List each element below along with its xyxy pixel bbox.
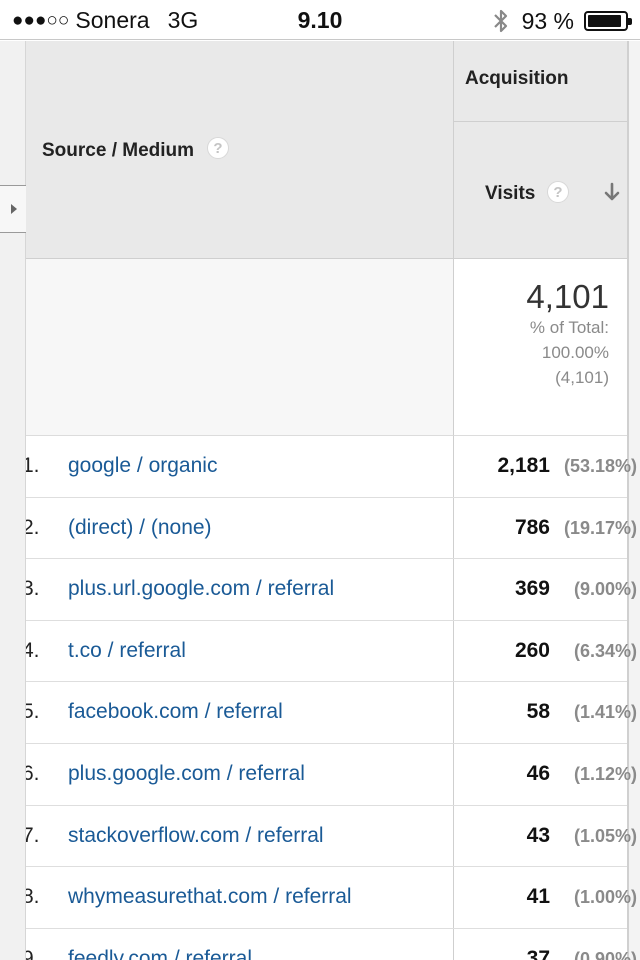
source-link[interactable]: plus.google.com / referral: [68, 762, 305, 786]
visits-percent: (1.05%): [573, 825, 637, 846]
total-pct-label: % of Total:: [529, 318, 609, 337]
status-bar: ●●●○○ Sonera 3G 9.10 93 %: [0, 0, 640, 40]
row-index: 2.: [26, 515, 40, 539]
total-pct-abs: (4,101): [555, 368, 609, 387]
visits-value: 41: [526, 885, 550, 909]
battery-fill: [588, 15, 622, 27]
table-row[interactable]: 3. plus.url.google.com / referral 369 (9…: [26, 559, 637, 621]
left-rail: [0, 41, 28, 960]
visits-value: 43: [526, 823, 550, 847]
source-link[interactable]: plus.url.google.com / referral: [68, 577, 334, 601]
help-icon[interactable]: ?: [547, 181, 569, 203]
visits-cell: 2,181 (53.18%): [453, 436, 637, 497]
table-row[interactable]: 1. google / organic 2,181 (53.18%): [26, 436, 637, 498]
source-link[interactable]: feedly.com / referral: [68, 947, 252, 960]
row-index: 7.: [26, 823, 40, 847]
battery-tip: [628, 18, 632, 25]
dimension-header-cell: Source / Medium ?: [26, 41, 453, 259]
source-link[interactable]: stackoverflow.com / referral: [68, 824, 324, 848]
table-row[interactable]: 5. facebook.com / referral 58 (1.41%): [26, 682, 637, 744]
expand-panel-button[interactable]: [0, 185, 28, 233]
report-table: Source / Medium ? Acquisition Visits ? 4…: [26, 41, 640, 960]
table-row[interactable]: 4. t.co / referral 260 (6.34%): [26, 620, 637, 683]
row-index: 6.: [26, 761, 40, 785]
scroll-strip: [627, 41, 640, 960]
row-index: 4.: [26, 638, 40, 662]
help-icon[interactable]: ?: [207, 137, 229, 159]
visits-value: 260: [514, 638, 550, 662]
status-right: 93 %: [490, 7, 632, 35]
source-link[interactable]: whymeasurethat.com / referral: [68, 885, 352, 909]
totals-row-value-cell: 4,101 % of Total: 100.00% (4,101): [453, 259, 627, 436]
sort-descending-icon[interactable]: [604, 182, 620, 202]
total-visits: 4,101: [526, 278, 609, 315]
totals-row-label-cell: [26, 259, 453, 436]
visits-value: 46: [526, 761, 550, 785]
visits-percent: (1.12%): [573, 763, 637, 784]
source-link[interactable]: t.co / referral: [68, 639, 186, 663]
visits-cell: 786 (19.17%): [453, 497, 637, 559]
group-header-cell: Acquisition: [454, 41, 628, 122]
visits-cell: 43 (1.05%): [453, 805, 637, 867]
visits-percent: (19.17%): [563, 517, 637, 538]
battery-percent: 93 %: [521, 7, 574, 34]
table-row[interactable]: 9. feedly.com / referral 37 (0.90%): [26, 928, 637, 960]
visits-cell: 58 (1.41%): [453, 682, 637, 743]
visits-cell: 260 (6.34%): [453, 620, 637, 682]
visits-cell: 369 (9.00%): [453, 559, 637, 620]
battery-icon: [584, 11, 632, 31]
visits-percent: (9.00%): [573, 579, 637, 600]
source-link[interactable]: google / organic: [68, 454, 217, 478]
expand-panel-icon: [10, 204, 17, 214]
metric-header[interactable]: Visits: [485, 183, 535, 205]
visits-percent: (6.34%): [573, 640, 637, 661]
row-index: 8.: [26, 885, 40, 909]
visits-cell: 41 (1.00%): [453, 867, 637, 928]
bluetooth-icon: [493, 9, 507, 33]
visits-value: 2,181: [497, 454, 550, 477]
metric-header-cell: Acquisition Visits ?: [453, 41, 640, 960]
source-link[interactable]: (direct) / (none): [68, 516, 212, 540]
visits-percent: (1.41%): [573, 702, 637, 723]
visits-percent: (0.90%): [573, 948, 637, 960]
row-index: 3.: [26, 577, 40, 601]
visits-percent: (53.18%): [563, 456, 637, 476]
visits-value: 786: [514, 515, 550, 539]
group-header: Acquisition: [465, 68, 569, 89]
visits-percent: (1.00%): [573, 887, 637, 908]
visits-cell: 46 (1.12%): [453, 743, 637, 805]
table-rows: 1. google / organic 2,181 (53.18%) 2. (d…: [26, 436, 637, 960]
table-row[interactable]: 8. whymeasurethat.com / referral 41 (1.0…: [26, 867, 637, 929]
row-index: 9.: [26, 946, 40, 960]
table-row[interactable]: 7. stackoverflow.com / referral 43 (1.05…: [26, 805, 637, 868]
row-index: 5.: [26, 700, 40, 724]
visits-value: 58: [526, 700, 550, 724]
table-row[interactable]: 6. plus.google.com / referral 46 (1.12%): [26, 743, 637, 806]
visits-value: 37: [526, 946, 550, 960]
row-index: 1.: [26, 454, 40, 477]
visits-value: 369: [514, 577, 550, 601]
visits-cell: 37 (0.90%): [453, 928, 637, 960]
total-pct-value: 100.00%: [541, 343, 609, 362]
source-link[interactable]: facebook.com / referral: [68, 700, 283, 724]
table-row[interactable]: 2. (direct) / (none) 786 (19.17%): [26, 497, 637, 560]
dimension-header[interactable]: Source / Medium: [42, 140, 194, 162]
